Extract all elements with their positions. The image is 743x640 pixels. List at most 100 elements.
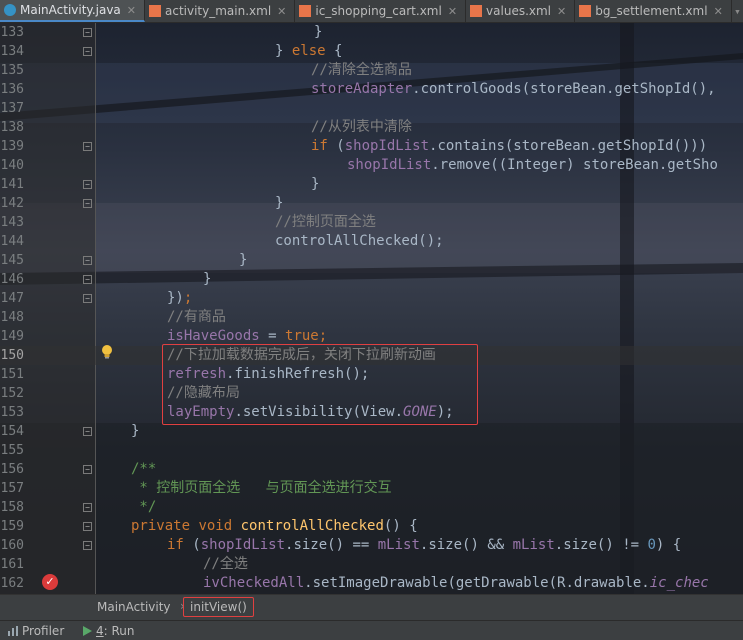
code-comment: //控制页面全选 — [275, 214, 376, 230]
fold-marker-icon[interactable]: − — [83, 199, 92, 208]
code-text: ivCheckedAll.setImageDrawable(getDrawabl… — [203, 574, 709, 593]
code-token: ; — [318, 328, 328, 344]
close-icon[interactable]: ✕ — [277, 5, 286, 18]
highlight-box — [162, 344, 478, 425]
breadcrumb-class[interactable]: MainActivity — [97, 600, 171, 614]
code-line: 159 − private void controlAllChecked() { — [0, 517, 743, 536]
code-line: 142 − } — [0, 194, 743, 213]
tab-label: bg_settlement.xml — [595, 4, 708, 18]
code-token: ) { — [655, 537, 682, 553]
close-icon[interactable]: ✕ — [448, 5, 457, 18]
code-token: }) — [167, 290, 184, 306]
code-token: mList — [377, 537, 420, 553]
run-button[interactable]: 4: Run — [82, 624, 135, 638]
code-token: = — [259, 328, 286, 344]
tab-label: values.xml — [486, 4, 552, 18]
breadcrumb: MainActivity › initView() — [0, 594, 743, 620]
doc-comment: */ — [131, 499, 157, 515]
code-token: else — [291, 43, 326, 59]
line-number: 139 — [0, 139, 24, 154]
line-number: 138 — [0, 120, 24, 135]
code-token: mList — [512, 537, 555, 553]
fold-marker-icon[interactable]: − — [83, 522, 92, 531]
line-number: 133 — [0, 25, 24, 40]
code-text: } — [131, 423, 140, 439]
tab-activity-main-xml[interactable]: activity_main.xml ✕ — [145, 0, 296, 22]
fold-marker-icon[interactable]: − — [83, 275, 92, 284]
breadcrumb-method[interactable]: initView() — [183, 597, 254, 617]
xml-file-icon — [149, 5, 161, 17]
fold-marker-icon[interactable]: − — [83, 465, 92, 474]
fold-marker-icon[interactable]: − — [83, 142, 92, 151]
xml-file-icon — [299, 5, 312, 17]
code-line: 145 − } — [0, 251, 743, 270]
fold-marker-icon[interactable]: − — [83, 541, 92, 550]
doc-comment: * 控制页面全选 与页面全选进行交互 — [131, 480, 392, 496]
tab-mainactivity-java[interactable]: MainActivity.java ✕ — [0, 0, 145, 22]
code-line: 156 − /** — [0, 460, 743, 479]
profiler-label: Profiler — [22, 624, 65, 638]
code-line: 138 //从列表中清除 — [0, 118, 743, 137]
line-number: 136 — [0, 82, 24, 97]
code-line: 162 ivCheckedAll.setImageDrawable(getDra… — [0, 574, 743, 593]
code-line: 161 //全选 — [0, 555, 743, 574]
code-token: shopIdList — [347, 157, 432, 173]
java-class-icon — [4, 4, 16, 16]
code-comment: //有商品 — [167, 309, 226, 325]
line-number: 156 — [0, 462, 24, 477]
code-token: .size() != — [554, 537, 648, 553]
tabs-overflow-icon[interactable]: ▾ — [732, 0, 743, 22]
line-number: 160 — [0, 538, 24, 553]
line-number: 142 — [0, 196, 24, 211]
fold-marker-icon[interactable]: − — [83, 28, 92, 37]
fold-marker-icon[interactable]: − — [83, 256, 92, 265]
code-line: 141 − } — [0, 175, 743, 194]
code-line: 144 controlAllChecked(); — [0, 232, 743, 251]
fold-marker-icon[interactable]: − — [83, 294, 92, 303]
code-token: void — [198, 518, 233, 534]
line-number: 140 — [0, 158, 24, 173]
code-token: .contains(storeBean.getShopId())) — [429, 138, 708, 154]
code-token: ( — [327, 138, 345, 154]
profiler-button[interactable]: Profiler — [8, 624, 64, 638]
code-line: 143 //控制页面全选 — [0, 213, 743, 232]
close-icon[interactable]: ✕ — [127, 4, 136, 17]
code-line: 158 − */ — [0, 498, 743, 517]
code-line: 148 //有商品 — [0, 308, 743, 327]
line-number: 150 — [0, 348, 24, 363]
code-line: 135 //清除全选商品 — [0, 61, 743, 80]
lightbulb-icon[interactable] — [100, 344, 114, 360]
line-number: 154 — [0, 424, 24, 439]
xml-file-icon — [470, 5, 483, 17]
fold-marker-icon[interactable]: − — [83, 180, 92, 189]
line-number: 141 — [0, 177, 24, 192]
code-token: ; — [183, 290, 193, 306]
code-token: } — [275, 43, 292, 59]
line-number: 151 — [0, 367, 24, 382]
code-line: 157 * 控制页面全选 与页面全选进行交互 — [0, 479, 743, 498]
line-number: 162 — [0, 576, 24, 591]
code-text: }); — [167, 289, 192, 308]
fold-marker-icon[interactable]: − — [83, 503, 92, 512]
code-text: } — [239, 252, 248, 268]
fold-marker-icon[interactable]: − — [83, 427, 92, 436]
xml-file-icon — [579, 5, 592, 17]
tab-bg-settlement-xml[interactable]: bg_settlement.xml ✕ — [575, 0, 732, 22]
close-icon[interactable]: ✕ — [714, 5, 723, 18]
code-token: .remove((Integer) storeBean.getSho — [431, 157, 718, 173]
code-comment: //清除全选商品 — [311, 62, 412, 78]
code-editor[interactable]: 133 − } 134 − } else { 135 //清除全选商品 136 … — [0, 23, 743, 594]
line-number: 161 — [0, 557, 24, 572]
tab-ic-shopping-cart-xml[interactable]: ic_shopping_cart.xml ✕ — [295, 0, 467, 22]
tab-values-xml[interactable]: values.xml ✕ — [466, 0, 576, 22]
breakpoint-check-icon[interactable]: ✓ — [42, 574, 58, 590]
code-text: } — [311, 176, 320, 192]
line-number: 144 — [0, 234, 24, 249]
close-icon[interactable]: ✕ — [557, 5, 566, 18]
code-text: } — [275, 195, 284, 211]
fold-marker-icon[interactable]: − — [83, 47, 92, 56]
run-icon — [83, 626, 92, 636]
code-token: 0 — [647, 537, 656, 553]
line-number: 146 — [0, 272, 24, 287]
line-number: 157 — [0, 481, 24, 496]
